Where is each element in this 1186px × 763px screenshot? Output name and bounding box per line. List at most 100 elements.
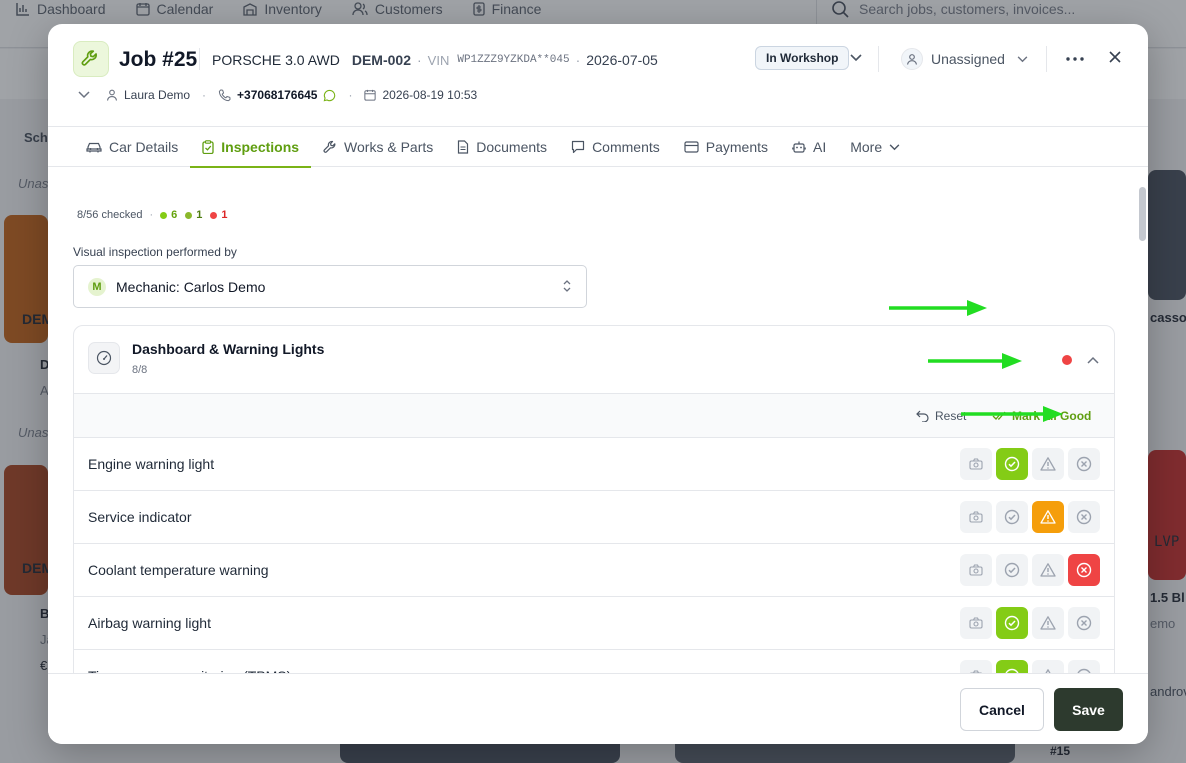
close-icon[interactable]: [1106, 48, 1124, 66]
customer-info[interactable]: Laura Demo: [106, 88, 190, 102]
mark-warning-button[interactable]: [1032, 501, 1064, 533]
annotation-arrow-1: [889, 300, 987, 316]
mark-good-button[interactable]: [996, 448, 1028, 480]
status-chevron-down-icon[interactable]: [848, 50, 864, 66]
scrollbar-thumb[interactable]: [1139, 187, 1146, 241]
status-buttons: [960, 448, 1100, 480]
check-circle-icon: [1004, 562, 1020, 578]
reset-button[interactable]: Reset: [916, 409, 966, 423]
x-circle-icon: [1076, 615, 1092, 631]
separator-dot: ·: [575, 52, 581, 68]
photo-button[interactable]: [960, 501, 992, 533]
modal-header: Job #25 PORSCHE 3.0 AWD DEM-002 · VIN WP…: [48, 24, 1148, 126]
photo-button[interactable]: [960, 448, 992, 480]
expand-chevron-icon[interactable]: [78, 91, 90, 99]
warning-triangle-icon: [1040, 456, 1056, 472]
tab-works-parts[interactable]: Works & Parts: [311, 127, 445, 167]
photo-button[interactable]: [960, 660, 992, 673]
separator-dot: ·: [417, 52, 422, 68]
assignee-dropdown[interactable]: Unassigned: [901, 48, 1028, 70]
phone-icon: [218, 88, 231, 101]
good-count: 6: [171, 209, 178, 221]
header-divider: [199, 48, 200, 70]
header-divider: [878, 46, 879, 72]
inspection-item: Service indicator: [74, 491, 1114, 544]
robot-icon: [792, 141, 806, 153]
tab-label: Works & Parts: [344, 139, 434, 155]
phone-number: +37068176645: [237, 88, 318, 102]
photo-button[interactable]: [960, 554, 992, 586]
cancel-button[interactable]: Cancel: [960, 688, 1044, 731]
inspection-item-label: Service indicator: [88, 509, 192, 525]
check-circle-icon: [1004, 456, 1020, 472]
user-icon: [901, 48, 923, 70]
x-circle-icon: [1076, 562, 1092, 578]
wrench-logo-icon: [73, 41, 109, 77]
assignee-name: Unassigned: [931, 51, 1005, 67]
chevron-down-icon: [889, 143, 900, 150]
inspection-item: Tire pressure monitoring (TPMS): [74, 650, 1114, 673]
separator-dot: ·: [149, 209, 154, 221]
status-badge[interactable]: In Workshop: [755, 46, 850, 70]
mark-bad-button[interactable]: [1068, 501, 1100, 533]
whatsapp-icon[interactable]: [323, 89, 336, 102]
camera-icon: [969, 458, 983, 470]
appointment-datetime: 2026-08-19 10:53: [382, 88, 478, 102]
mark-good-button[interactable]: [996, 554, 1028, 586]
appointment-info: 2026-08-19 10:53: [364, 88, 477, 102]
inspection-summary: 8/56 checked · 6 1 1: [77, 209, 235, 221]
tab-label: AI: [813, 139, 827, 155]
camera-icon: [969, 511, 983, 523]
warning-triangle-icon: [1040, 615, 1056, 631]
mark-good-button[interactable]: [996, 660, 1028, 673]
mark-warning-button[interactable]: [1032, 554, 1064, 586]
annotation-arrow-2: [928, 353, 1022, 369]
mark-warning-button[interactable]: [1032, 448, 1064, 480]
chevron-down-icon: [1017, 55, 1028, 62]
comment-icon: [571, 140, 585, 154]
good-dot: [160, 211, 168, 219]
camera-icon: [969, 617, 983, 629]
section-progress: 8/8: [132, 364, 148, 376]
tab-inspections[interactable]: Inspections: [190, 127, 311, 168]
more-options-icon[interactable]: [1063, 48, 1087, 70]
mark-warning-button[interactable]: [1032, 607, 1064, 639]
warn-count: 1: [196, 209, 203, 221]
mark-warning-button[interactable]: [1032, 660, 1064, 673]
annotation-arrow-3: [961, 406, 1063, 422]
vehicle-summary: PORSCHE 3.0 AWD DEM-002 · VIN WP1ZZZ9YZK…: [212, 52, 658, 68]
tab-payments[interactable]: Payments: [672, 127, 780, 167]
mark-bad-button[interactable]: [1068, 607, 1100, 639]
mark-bad-button[interactable]: [1068, 660, 1100, 673]
inspection-item-label: Airbag warning light: [88, 615, 211, 631]
mark-good-button[interactable]: [996, 501, 1028, 533]
car-model: PORSCHE 3.0 AWD: [212, 52, 340, 68]
tab-comments[interactable]: Comments: [559, 127, 672, 167]
tab-ai[interactable]: AI: [780, 127, 838, 167]
tab-car-details[interactable]: Car Details: [74, 127, 190, 167]
phone-info[interactable]: +37068176645: [218, 88, 336, 102]
photo-button[interactable]: [960, 607, 992, 639]
camera-icon: [969, 564, 983, 576]
tab-more[interactable]: More: [838, 127, 912, 167]
bad-dot: [210, 211, 218, 219]
section-title: Dashboard & Warning Lights: [132, 341, 325, 357]
job-date: 2026-07-05: [586, 52, 658, 68]
mark-bad-button[interactable]: [1068, 554, 1100, 586]
status-buttons: [960, 660, 1100, 673]
save-button[interactable]: Save: [1054, 688, 1123, 731]
section-actions: Reset Mark all Good: [74, 393, 1114, 438]
check-circle-icon: [1004, 615, 1020, 631]
status-buttons: [960, 607, 1100, 639]
tab-documents[interactable]: Documents: [445, 127, 559, 167]
separator-dot: ·: [348, 88, 353, 102]
select-chevrons-icon: [563, 280, 571, 292]
status-buttons: [960, 554, 1100, 586]
document-icon: [458, 140, 469, 154]
calendar-icon: [364, 89, 377, 101]
mark-good-button[interactable]: [996, 607, 1028, 639]
inspector-select[interactable]: M Mechanic: Carlos Demo: [73, 265, 587, 308]
warning-triangle-icon: [1040, 509, 1056, 525]
mark-bad-button[interactable]: [1068, 448, 1100, 480]
chevron-up-icon[interactable]: [1087, 356, 1099, 364]
